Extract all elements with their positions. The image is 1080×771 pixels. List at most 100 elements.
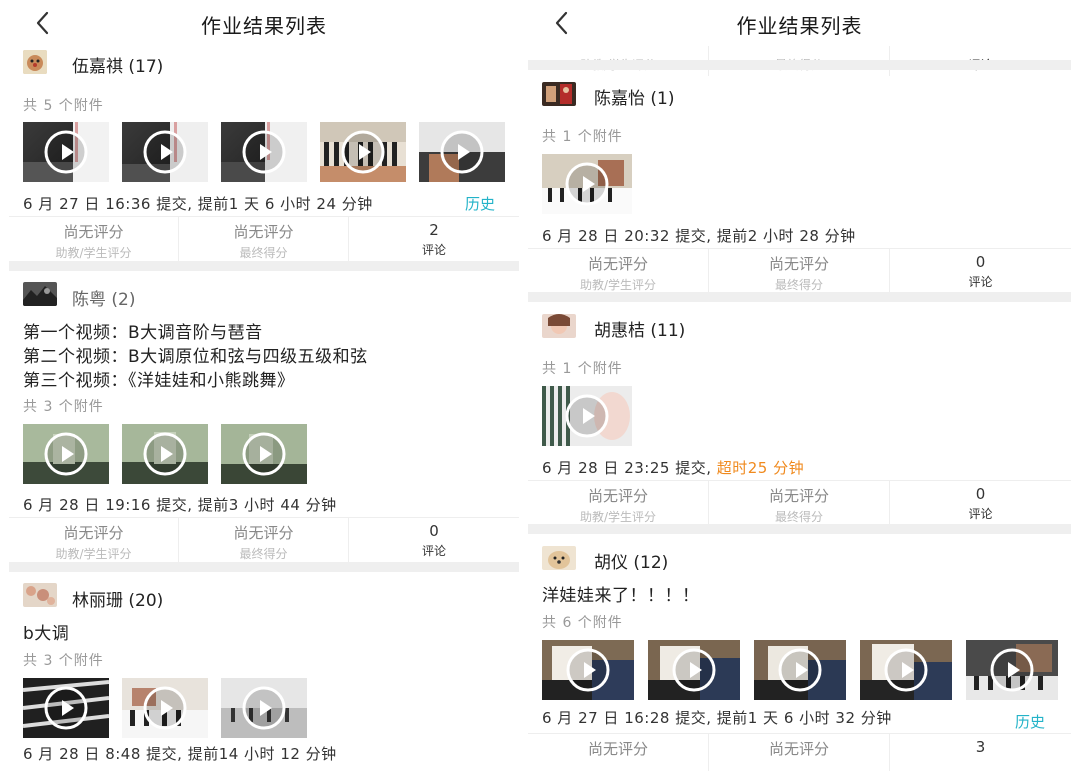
comment-count[interactable]: 0 评论	[890, 481, 1071, 525]
comment-count-value: 2	[429, 221, 439, 239]
student-name[interactable]: 胡仪 (12)	[594, 548, 668, 573]
video-thumbnail[interactable]	[860, 640, 952, 700]
video-thumbnail[interactable]	[419, 122, 505, 182]
comment-count[interactable]: 0 评论	[890, 249, 1071, 293]
assist-score[interactable]: 尚无评分 助教/学生评分	[9, 217, 179, 261]
play-icon	[143, 432, 187, 476]
comment-count-value: 3	[975, 738, 986, 756]
final-score-label: 最终得分	[774, 278, 823, 292]
comment-count[interactable]: 2 评论	[349, 217, 519, 261]
video-thumbnail[interactable]	[122, 122, 208, 182]
final-score[interactable]: 尚无评分 最终得分	[179, 518, 349, 562]
video-thumbnail[interactable]	[542, 386, 632, 446]
avatar[interactable]	[542, 314, 576, 338]
student-name[interactable]: 林丽珊 (20)	[72, 586, 163, 611]
video-thumbnail[interactable]	[320, 122, 406, 182]
comment-count-label: 评论	[421, 243, 446, 257]
assist-score-label: 助教/学生评分	[55, 246, 132, 260]
attachment-count: 共 1 个附件	[542, 129, 623, 145]
top-bar: 作业结果列表	[9, 0, 519, 46]
score-row: 尚无评分 助教/学生评分 尚无评分 最终得分 2 评论	[9, 216, 519, 261]
play-icon	[242, 432, 286, 476]
assist-score-value: 尚无评分	[587, 740, 648, 758]
final-score[interactable]: 尚无评分 最终得分	[709, 481, 890, 525]
assist-score[interactable]: 尚无评分 助教/学生评分	[9, 518, 179, 562]
play-icon	[44, 130, 88, 174]
submission-text-line: 第二个视频：B大调原位和弦与四级五级和弦	[23, 347, 368, 367]
student-name[interactable]: 伍嘉祺 (17)	[72, 52, 163, 77]
section-divider	[528, 524, 1071, 534]
assist-score[interactable]: 尚无评分 助教/学生评分	[528, 249, 709, 293]
final-score[interactable]: 尚无评分 最终得分	[179, 217, 349, 261]
final-score-label: 最终得分	[239, 246, 288, 260]
avatar[interactable]	[542, 546, 576, 570]
attachment-count: 共 5 个附件	[23, 98, 104, 114]
comment-count-label: 评论	[968, 507, 993, 521]
video-thumbnail[interactable]	[122, 678, 208, 738]
assist-score-value: 尚无评分	[587, 487, 648, 505]
play-icon	[884, 648, 928, 692]
section-divider	[9, 562, 519, 572]
video-thumbnail[interactable]	[23, 678, 109, 738]
video-thumbnail[interactable]	[221, 122, 307, 182]
assist-score[interactable]: 尚无评分 助教/学生评分	[528, 481, 709, 525]
final-score[interactable]: 尚无评分 最终得分	[709, 249, 890, 293]
video-thumbnail[interactable]	[542, 640, 634, 700]
submit-time: 6 月 27 日 16:28 提交, 提前1 天 6 小时 32 分钟	[542, 709, 892, 727]
final-score-value: 尚无评分	[768, 487, 829, 505]
attachment-count: 共 1 个附件	[542, 361, 623, 377]
comment-count-value: 0	[429, 522, 439, 540]
final-score-label: 最终得分	[239, 547, 288, 561]
assist-score-value: 尚无评分	[63, 524, 124, 542]
play-icon	[242, 130, 286, 174]
avatar[interactable]	[23, 583, 57, 607]
student-name[interactable]: 胡惠桔 (11)	[594, 316, 685, 341]
play-icon	[778, 648, 822, 692]
assist-score-label: 助教/学生评分	[579, 278, 657, 292]
score-row: 尚无评分 尚无评分 3	[528, 733, 1071, 771]
score-row: 尚无评分 助教/学生评分 尚无评分 最终得分 0 评论	[9, 517, 519, 562]
play-icon	[672, 648, 716, 692]
avatar[interactable]	[23, 282, 57, 306]
history-link[interactable]: 历史	[465, 193, 495, 214]
page-title: 作业结果列表	[201, 14, 327, 38]
video-thumbnail[interactable]	[542, 154, 632, 214]
assist-score-label: 助教/学生评分	[579, 510, 657, 524]
comment-count[interactable]: 0 评论	[349, 518, 519, 562]
student-name[interactable]: 陈嘉怡 (1)	[594, 84, 674, 109]
video-thumbnail[interactable]	[966, 640, 1058, 700]
avatar[interactable]	[23, 50, 47, 74]
student-name[interactable]: 陈粤 (2)	[72, 285, 135, 310]
assist-score[interactable]: 尚无评分	[528, 734, 709, 771]
video-thumbnail[interactable]	[23, 424, 109, 484]
video-thumbnail[interactable]	[221, 678, 307, 738]
video-thumbnail[interactable]	[122, 424, 208, 484]
assist-score-label: 助教/学生评分	[55, 547, 132, 561]
submit-time: 6 月 27 日 16:36 提交, 提前1 天 6 小时 24 分钟	[23, 195, 373, 213]
play-icon	[341, 130, 385, 174]
play-icon	[566, 648, 610, 692]
video-thumbnail[interactable]	[754, 640, 846, 700]
play-icon	[565, 394, 609, 438]
final-score[interactable]: 尚无评分	[709, 734, 890, 771]
comment-count-value: 0	[975, 253, 986, 271]
final-score-label: 最终得分	[774, 510, 823, 524]
play-icon	[242, 686, 286, 730]
video-thumbnail[interactable]	[221, 424, 307, 484]
play-icon	[990, 648, 1034, 692]
submission-text-line: 洋娃娃来了！！！！	[542, 586, 700, 606]
attachment-count: 共 6 个附件	[542, 615, 623, 631]
section-divider	[528, 292, 1071, 302]
final-score-value: 尚无评分	[768, 255, 829, 273]
comment-count[interactable]: 3	[890, 734, 1071, 771]
history-link[interactable]: 历史	[1015, 711, 1045, 732]
play-icon	[565, 162, 609, 206]
comment-count-label: 评论	[421, 544, 446, 558]
play-icon	[143, 130, 187, 174]
video-thumbnail[interactable]	[648, 640, 740, 700]
attachment-count: 共 3 个附件	[23, 399, 104, 415]
video-thumbnail[interactable]	[23, 122, 109, 182]
overdue-text: 超时25 分钟	[716, 459, 805, 477]
avatar[interactable]	[542, 82, 576, 106]
comment-count-value: 0	[975, 485, 986, 503]
